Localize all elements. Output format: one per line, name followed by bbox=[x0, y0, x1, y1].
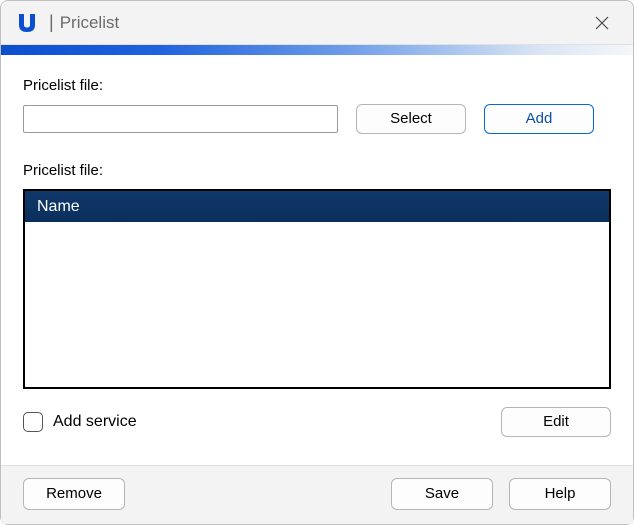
add-service-label: Add service bbox=[53, 413, 137, 431]
pricelist-file-label-2: Pricelist file: bbox=[23, 162, 611, 179]
close-button[interactable] bbox=[579, 5, 625, 41]
footer: Remove Save Help bbox=[1, 465, 633, 524]
add-service-row: Add service Edit bbox=[23, 407, 611, 437]
close-icon bbox=[595, 16, 609, 30]
add-service-checkbox[interactable] bbox=[23, 412, 43, 432]
remove-button[interactable]: Remove bbox=[23, 478, 125, 510]
save-button[interactable]: Save bbox=[391, 478, 493, 510]
table-body bbox=[25, 222, 609, 387]
window-title: Pricelist bbox=[60, 14, 120, 31]
pricelist-file-input[interactable] bbox=[23, 105, 338, 133]
app-logo-icon bbox=[15, 11, 39, 35]
pricelist-file-row: Select Add bbox=[23, 104, 611, 134]
titlebar: | Pricelist bbox=[1, 1, 633, 45]
pricelist-table[interactable]: Name bbox=[23, 189, 611, 389]
edit-button[interactable]: Edit bbox=[501, 407, 611, 437]
select-button[interactable]: Select bbox=[356, 104, 466, 134]
title-separator: | bbox=[49, 13, 54, 31]
add-button[interactable]: Add bbox=[484, 104, 594, 134]
pricelist-file-label-1: Pricelist file: bbox=[23, 77, 611, 94]
table-column-name[interactable]: Name bbox=[25, 191, 609, 222]
client-area: Pricelist file: Select Add Pricelist fil… bbox=[1, 55, 633, 465]
help-button[interactable]: Help bbox=[509, 478, 611, 510]
accent-bar bbox=[1, 45, 633, 55]
